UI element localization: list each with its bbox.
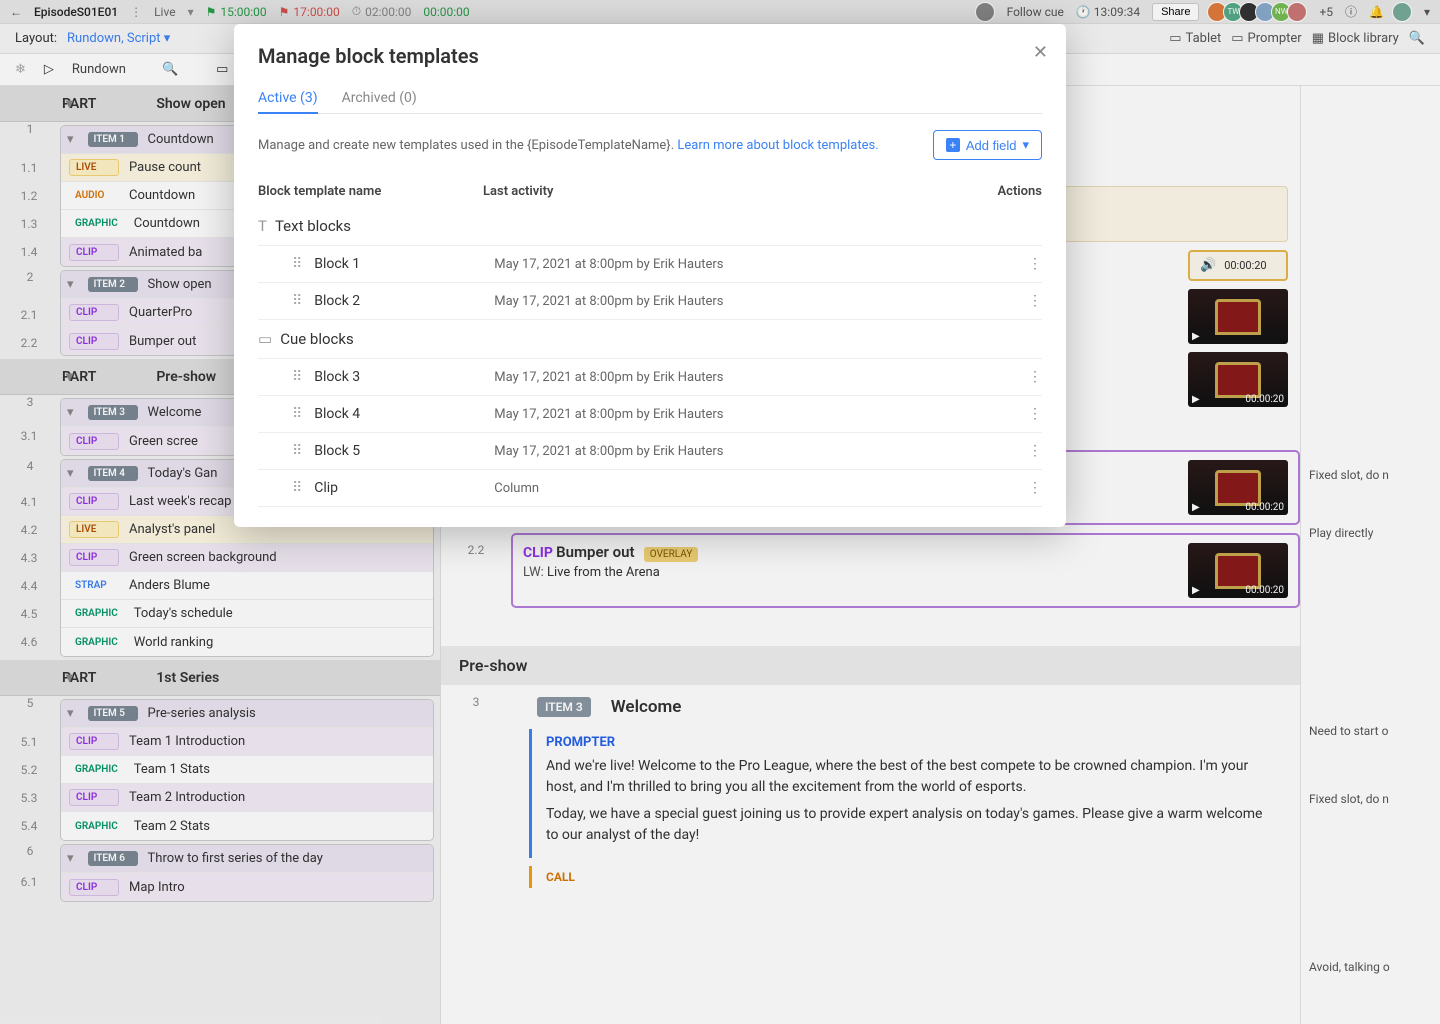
col-name: Block template name — [258, 184, 483, 199]
modal-desc: Manage and create new templates used in … — [258, 138, 674, 153]
row-menu-icon[interactable]: ⋮ — [1028, 480, 1042, 496]
chevron-down-icon: ▾ — [1022, 137, 1029, 153]
col-actions: Actions — [982, 184, 1042, 199]
drag-handle-icon[interactable]: ⠿ — [292, 369, 302, 385]
add-field-button[interactable]: + Add field ▾ — [933, 130, 1042, 160]
group-text-blocks: T Text blocks — [258, 207, 1042, 246]
drag-handle-icon[interactable]: ⠿ — [292, 293, 302, 309]
learn-more-link[interactable]: Learn more about block templates. — [677, 138, 878, 153]
template-row[interactable]: ⠿ Block 1 May 17, 2021 at 8:00pm by Erik… — [258, 246, 1042, 283]
text-icon: T — [258, 217, 267, 235]
close-icon[interactable]: ✕ — [1033, 42, 1048, 63]
drag-handle-icon[interactable]: ⠿ — [292, 480, 302, 496]
template-row[interactable]: ⠿ Clip Column ⋮ — [258, 470, 1042, 507]
drag-handle-icon[interactable]: ⠿ — [292, 256, 302, 272]
row-menu-icon[interactable]: ⋮ — [1028, 293, 1042, 309]
drag-handle-icon[interactable]: ⠿ — [292, 406, 302, 422]
template-row[interactable]: ⠿ Block 3 May 17, 2021 at 8:00pm by Erik… — [258, 359, 1042, 396]
template-row[interactable]: ⠿ Block 5 May 17, 2021 at 8:00pm by Erik… — [258, 433, 1042, 470]
row-menu-icon[interactable]: ⋮ — [1028, 443, 1042, 459]
template-row[interactable]: ⠿ Block 2 May 17, 2021 at 8:00pm by Erik… — [258, 283, 1042, 320]
row-menu-icon[interactable]: ⋮ — [1028, 369, 1042, 385]
template-row[interactable]: ⠿ Block 4 May 17, 2021 at 8:00pm by Erik… — [258, 396, 1042, 433]
tab-active[interactable]: Active (3) — [258, 84, 318, 114]
plus-icon: + — [946, 138, 960, 152]
modal-title: Manage block templates — [258, 44, 1042, 68]
col-activity: Last activity — [483, 184, 982, 199]
drag-handle-icon[interactable]: ⠿ — [292, 443, 302, 459]
manage-templates-modal: ✕ Manage block templates Active (3) Arch… — [234, 24, 1066, 527]
tab-archived[interactable]: Archived (0) — [342, 84, 417, 113]
row-menu-icon[interactable]: ⋮ — [1028, 256, 1042, 272]
group-cue-blocks: ▭ Cue blocks — [258, 320, 1042, 359]
cue-icon: ▭ — [258, 330, 272, 348]
row-menu-icon[interactable]: ⋮ — [1028, 406, 1042, 422]
